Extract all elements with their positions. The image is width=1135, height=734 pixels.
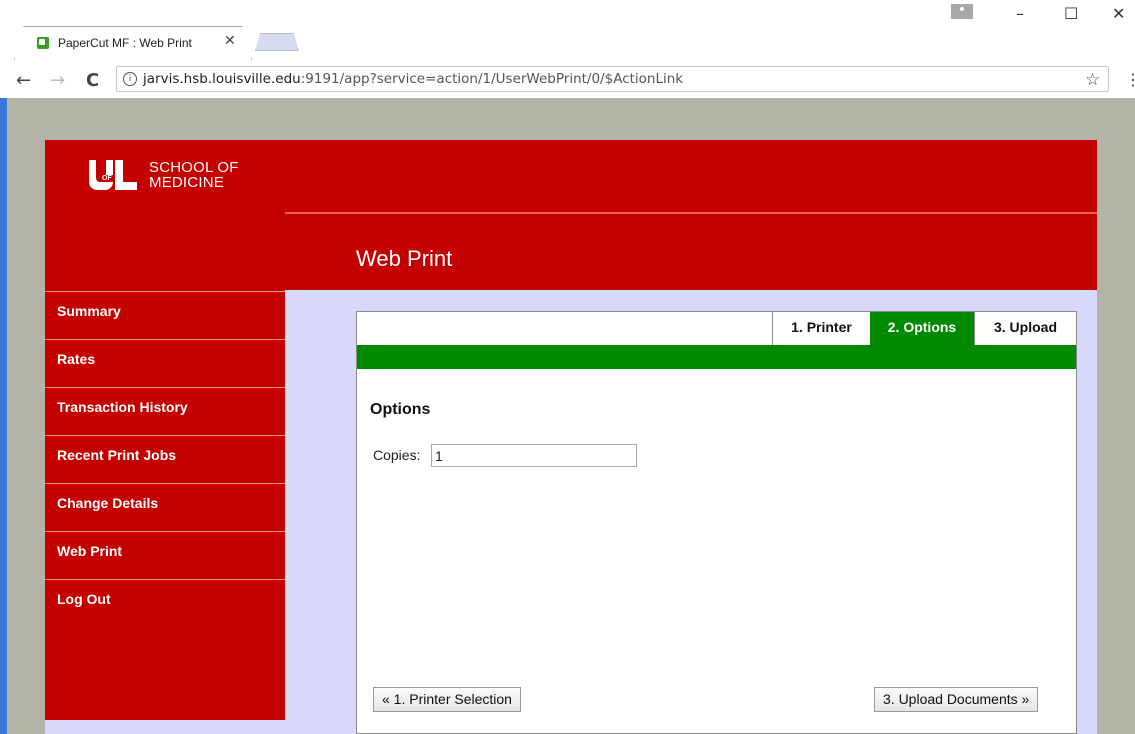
browser-menu-icon[interactable]: ⋮	[1125, 70, 1135, 89]
bookmark-star-icon[interactable]: ☆	[1085, 70, 1100, 90]
back-icon[interactable]: ←	[16, 70, 31, 91]
sidebar-item-rates[interactable]: Rates	[45, 339, 285, 387]
uofl-school-of-medicine-logo: OF SCHOOL OF MEDICINE	[89, 160, 239, 190]
tab-strip: PaperCut MF : Web Print ✕ – ☐ ✕	[0, 0, 1135, 62]
uofl-logo-icon: OF	[89, 160, 141, 190]
url-text: jarvis.hsb.louisville.edu:9191/app?servi…	[143, 71, 683, 87]
header-divider	[285, 212, 1097, 214]
forward-icon[interactable]: →	[50, 70, 65, 91]
info-icon[interactable]: i	[123, 72, 137, 86]
wizard-step-upload[interactable]: 3. Upload	[974, 312, 1076, 345]
options-heading: Options	[370, 401, 431, 418]
sidebar-footer	[45, 720, 285, 734]
url-host: jarvis.hsb.louisville.edu	[143, 71, 301, 87]
wizard-progress-bar	[357, 345, 1076, 369]
wizard-step-options[interactable]: 2. Options	[870, 312, 974, 345]
upload-documents-next-button[interactable]: 3. Upload Documents »	[874, 687, 1039, 712]
sidebar-item-log-out[interactable]: Log Out	[45, 579, 285, 627]
sidebar-item-change-details[interactable]: Change Details	[45, 483, 285, 531]
browser-tab-content[interactable]: PaperCut MF : Web Print	[36, 33, 192, 53]
user-profile-icon[interactable]	[951, 4, 973, 19]
sidebar-item-web-print[interactable]: Web Print	[45, 531, 285, 579]
logo-line-2: MEDICINE	[149, 174, 224, 191]
sidebar-item-recent-print-jobs[interactable]: Recent Print Jobs	[45, 435, 285, 483]
maximize-icon[interactable]: ☐	[1064, 4, 1078, 23]
copies-label: Copies:	[373, 447, 421, 463]
url-path: :9191/app?service=action/1/UserWebPrint/…	[300, 71, 684, 87]
papercut-favicon-icon	[36, 36, 50, 50]
address-bar[interactable]: i jarvis.hsb.louisville.edu:9191/app?ser…	[116, 66, 1109, 92]
new-tab-button[interactable]	[255, 33, 299, 51]
window-close-icon[interactable]: ✕	[1112, 4, 1125, 23]
logo-line-1: SCHOOL OF	[149, 159, 239, 176]
copies-input[interactable]	[431, 444, 637, 467]
web-print-wizard-panel	[356, 311, 1077, 734]
sidebar-item-summary[interactable]: Summary	[45, 291, 285, 339]
printer-selection-back-button[interactable]: « 1. Printer Selection	[373, 687, 521, 712]
reload-icon[interactable]: C	[86, 70, 99, 91]
page-title: Web Print	[356, 246, 453, 271]
logo-text: SCHOOL OF MEDICINE	[149, 160, 239, 190]
tab-title: PaperCut MF : Web Print	[58, 36, 192, 50]
minimize-icon[interactable]: –	[1016, 4, 1024, 23]
logo-of-text: OF	[101, 175, 113, 182]
tab-close-icon[interactable]: ✕	[224, 33, 236, 49]
sidebar-item-transaction-history[interactable]: Transaction History	[45, 387, 285, 435]
wizard-step-printer[interactable]: 1. Printer	[772, 312, 870, 345]
